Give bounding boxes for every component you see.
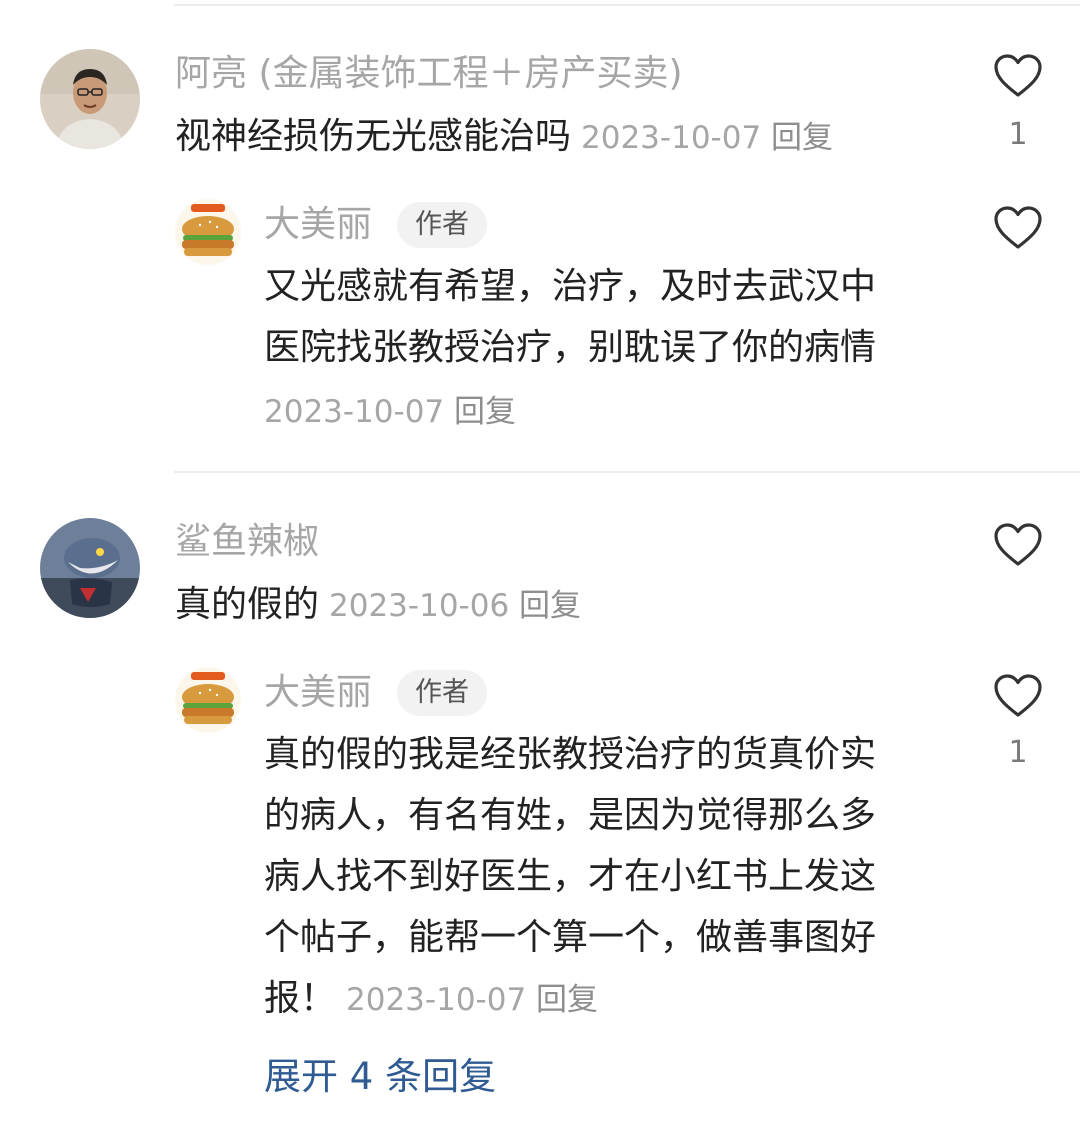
commenter-2-comment: 真的假的 2023-10-06 回复 bbox=[175, 574, 581, 637]
reply-line: 病人找不到好医生，才在小红书上发这 bbox=[264, 856, 877, 897]
reply-button[interactable]: 回复 bbox=[519, 588, 581, 624]
comment-text: 视神经损伤无光感能治吗 bbox=[175, 116, 572, 157]
reply-line: 个帖子，能帮一个算一个，做善事图好 bbox=[264, 917, 877, 958]
comment-date: 2023-10-06 bbox=[329, 588, 510, 624]
like-count-comment-1: 1 bbox=[1008, 117, 1028, 152]
expand-replies-button[interactable]: 展开 4 条回复 bbox=[264, 1052, 496, 1102]
reply-2-username[interactable]: 大美丽 bbox=[264, 671, 372, 715]
top-divider bbox=[174, 4, 1080, 6]
reply-line-last: 报！ 2023-10-07 回复 bbox=[264, 968, 876, 1031]
reply-button[interactable]: 回复 bbox=[771, 120, 833, 156]
author-badge: 作者 bbox=[397, 670, 487, 716]
reply-1-username[interactable]: 大美丽 bbox=[264, 203, 372, 247]
like-button-reply-1[interactable] bbox=[993, 205, 1043, 251]
like-count-reply-2: 1 bbox=[1008, 735, 1028, 770]
avatar-commenter-1[interactable] bbox=[40, 49, 140, 149]
reply-2-text: 真的假的我是经张教授治疗的货真价实 的病人，有名有姓，是因为觉得那么多 病人找不… bbox=[264, 724, 876, 1031]
comment-divider bbox=[174, 471, 1080, 473]
reply-button[interactable]: 回复 bbox=[536, 982, 598, 1018]
reply-line: 又光感就有希望，治疗，及时去武汉中 bbox=[264, 266, 877, 307]
reply-button[interactable]: 回复 bbox=[454, 394, 516, 430]
like-button-reply-2[interactable] bbox=[993, 673, 1043, 719]
commenter-1-username[interactable]: 阿亮 (金属装饰工程＋房产买卖) bbox=[175, 52, 683, 96]
like-button-comment-2[interactable] bbox=[993, 522, 1043, 568]
heart-outline-icon bbox=[994, 523, 1042, 566]
heart-outline-icon bbox=[994, 54, 1042, 97]
reply-date: 2023-10-07 bbox=[346, 982, 527, 1018]
comment-date: 2023-10-07 bbox=[581, 120, 762, 156]
avatar-commenter-2[interactable] bbox=[40, 518, 140, 618]
heart-outline-icon bbox=[994, 206, 1042, 249]
comment-text: 真的假的 bbox=[175, 584, 320, 625]
reply-line: 报！ bbox=[264, 978, 337, 1019]
heart-outline-icon bbox=[994, 674, 1042, 717]
like-button-comment-1[interactable] bbox=[993, 53, 1043, 99]
reply-line: 医院找张教授治疗，别耽误了你的病情 bbox=[264, 327, 877, 368]
reply-line: 真的假的我是经张教授治疗的货真价实 bbox=[264, 734, 877, 775]
commenter-1-comment: 视神经损伤无光感能治吗 2023-10-07 回复 bbox=[175, 106, 833, 169]
reply-1-text: 又光感就有希望，治疗，及时去武汉中 医院找张教授治疗，别耽误了你的病情 bbox=[264, 256, 876, 378]
reply-date: 2023-10-07 bbox=[264, 394, 445, 430]
reply-1-meta: 2023-10-07 回复 bbox=[264, 390, 516, 434]
avatar-author-reply-1[interactable] bbox=[175, 199, 241, 265]
author-badge: 作者 bbox=[397, 202, 487, 248]
reply-line: 的病人，有名有姓，是因为觉得那么多 bbox=[264, 795, 877, 836]
avatar-author-reply-2[interactable] bbox=[175, 667, 241, 733]
commenter-2-username[interactable]: 鲨鱼辣椒 bbox=[175, 520, 319, 564]
